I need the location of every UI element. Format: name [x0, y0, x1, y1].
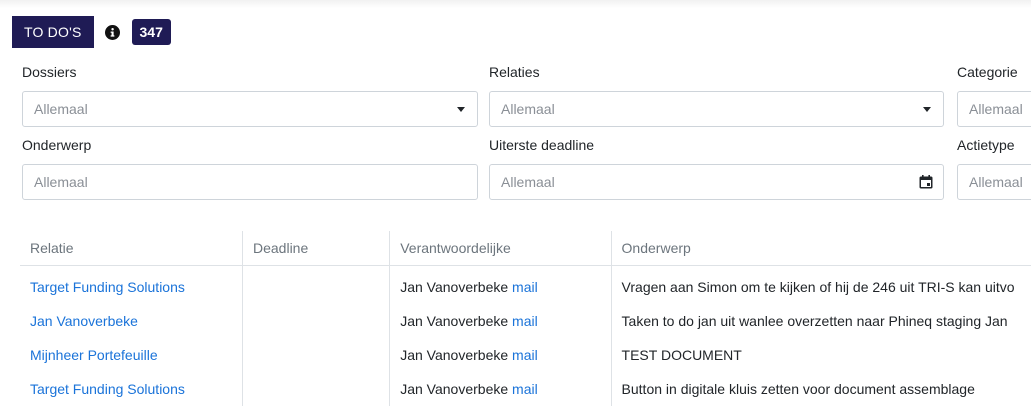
relaties-value: Allemaal	[501, 101, 555, 117]
verantwoordelijke-name: Jan Vanoverbeke	[400, 381, 509, 397]
deadline-value: Allemaal	[501, 174, 555, 190]
deadline-input[interactable]: Allemaal	[489, 164, 944, 200]
uiterste-deadline-label: Uiterste deadline	[489, 137, 595, 153]
verantwoordelijke-name: Jan Vanoverbeke	[400, 313, 509, 329]
relatie-link[interactable]: Target Funding Solutions	[30, 279, 185, 295]
deadline-cell	[242, 265, 391, 304]
column-header-deadline[interactable]: Deadline	[242, 231, 391, 266]
relatie-link[interactable]: Mijnheer Portefeuille	[30, 347, 158, 363]
dossiers-select[interactable]: Allemaal	[22, 91, 478, 127]
deadline-cell	[242, 304, 391, 338]
verantwoordelijke-name: Jan Vanoverbeke	[400, 347, 509, 363]
actietype-label: Actietype	[957, 137, 1015, 153]
info-button[interactable]	[94, 16, 132, 48]
actietype-value: Allemaal	[969, 174, 1023, 190]
count-badge: 347	[131, 19, 171, 45]
relatie-link[interactable]: Jan Vanoverbeke	[30, 313, 138, 329]
categorie-value: Allemaal	[969, 101, 1023, 117]
top-shadow	[0, 0, 1031, 8]
relaties-select[interactable]: Allemaal	[489, 91, 944, 127]
mail-link[interactable]: mail	[512, 347, 538, 363]
dossiers-label: Dossiers	[22, 64, 77, 80]
info-circle-icon	[105, 24, 120, 40]
onderwerp-input[interactable]: Allemaal	[22, 164, 478, 200]
calendar-icon[interactable]	[919, 175, 933, 189]
mail-link[interactable]: mail	[512, 313, 538, 329]
mail-link[interactable]: mail	[512, 381, 538, 397]
page-header: TO DO'S 347	[12, 16, 171, 48]
deadline-cell	[242, 338, 391, 372]
verantwoordelijke-name: Jan Vanoverbeke	[400, 279, 509, 295]
todo-table: Relatie Deadline Verantwoordelijke Onder…	[20, 231, 1031, 406]
table-row[interactable]: Target Funding Solutions Jan Vanoverbeke…	[20, 265, 1031, 304]
column-header-onderwerp[interactable]: Onderwerp	[611, 231, 1031, 266]
relatie-link[interactable]: Target Funding Solutions	[30, 381, 185, 397]
onderwerp-cell: Taken to do jan uit wanlee overzetten na…	[621, 313, 1008, 329]
table-header-row: Relatie Deadline Verantwoordelijke Onder…	[20, 231, 1031, 266]
tab-todos[interactable]: TO DO'S	[12, 16, 94, 48]
chevron-down-icon	[457, 107, 465, 112]
onderwerp-cell: TEST DOCUMENT	[621, 347, 742, 363]
deadline-cell	[242, 372, 391, 406]
table-row[interactable]: Target Funding Solutions Jan Vanoverbeke…	[20, 372, 1031, 406]
categorie-label: Categorie	[957, 64, 1018, 80]
mail-link[interactable]: mail	[512, 279, 538, 295]
dossiers-value: Allemaal	[34, 101, 88, 117]
column-header-relatie[interactable]: Relatie	[20, 231, 243, 266]
column-header-verantwoordelijke[interactable]: Verantwoordelijke	[389, 231, 612, 266]
table-row[interactable]: Jan Vanoverbeke Jan Vanoverbeke mail Tak…	[20, 304, 1031, 338]
table-row[interactable]: Mijnheer Portefeuille Jan Vanoverbeke ma…	[20, 338, 1031, 372]
onderwerp-value: Allemaal	[34, 174, 88, 190]
categorie-select[interactable]: Allemaal	[957, 91, 1031, 127]
onderwerp-cell: Vragen aan Simon om te kijken of hij de …	[621, 279, 1015, 295]
relaties-label: Relaties	[489, 64, 540, 80]
onderwerp-label: Onderwerp	[22, 137, 92, 153]
onderwerp-cell: Button in digitale kluis zetten voor doc…	[621, 381, 975, 397]
actietype-select[interactable]: Allemaal	[957, 164, 1031, 200]
chevron-down-icon	[923, 107, 931, 112]
